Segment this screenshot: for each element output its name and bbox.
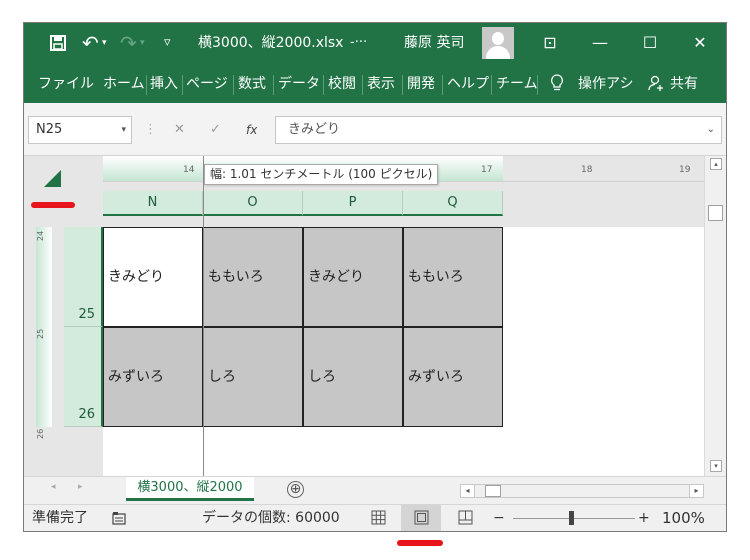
page-layout-icon[interactable] (401, 505, 441, 531)
annotation-mark-page-layout (397, 540, 443, 546)
vertical-scroll-thumb[interactable] (708, 205, 723, 221)
tab-insert[interactable]: 挿入 (150, 63, 178, 103)
tab-view[interactable]: 表示 (367, 63, 395, 103)
zoom-level[interactable]: 100% (662, 505, 705, 531)
column-headers: N O P Q (103, 182, 704, 227)
redo-dropdown-icon: ▾ (140, 38, 145, 48)
column-header-p[interactable]: P (303, 191, 403, 216)
column-resize-guide (203, 156, 204, 476)
close-button[interactable]: ✕ (676, 23, 724, 63)
tab-data[interactable]: データ (278, 63, 320, 103)
count-summary[interactable]: データの個数: 60000 (202, 505, 340, 531)
name-box[interactable]: N25 ▾ (28, 116, 132, 144)
insert-function-icon[interactable]: fx (246, 116, 257, 144)
ribbon-tabs: ファイル ホーム 挿入 ページ 数式 データ 校閲 表示 開発 ヘルプ チーム … (24, 63, 726, 103)
scroll-right-icon[interactable]: ▸ (689, 485, 703, 497)
cell-n26[interactable]: みずいろ (103, 327, 203, 427)
save-icon[interactable] (50, 23, 66, 63)
user-name[interactable]: 藤原 英司 (404, 23, 464, 63)
sheet-tab-active[interactable]: 横3000、縦2000 (126, 477, 254, 501)
undo-icon[interactable]: ↶ (82, 23, 99, 63)
share-button[interactable]: 共有 (670, 63, 698, 103)
file-name: 横3000、縦2000.xlsx (198, 35, 344, 51)
tab-page-layout[interactable]: ページ (186, 63, 228, 103)
tab-developer[interactable]: 開発 (407, 63, 435, 103)
cancel-icon: ✕ (174, 122, 185, 137)
ruler-number: 25 (36, 328, 45, 339)
ruler-number: 26 (36, 428, 45, 439)
tab-formulas[interactable]: 数式 (238, 63, 266, 103)
page-break-icon[interactable] (445, 505, 485, 531)
tell-me-search[interactable]: 操作アシ (578, 63, 633, 103)
zoom-slider[interactable] (513, 518, 635, 519)
grid-icon[interactable] (358, 505, 398, 531)
title-bar: ↶ ▾ ↷ ▾ ▿ 横3000、縦2000.xlsx -··· 藤原 英司 ⊡ … (24, 23, 726, 63)
tab-team[interactable]: チーム (496, 63, 538, 103)
zoom-out-button[interactable]: − (493, 505, 505, 531)
column-header-q[interactable]: Q (403, 191, 503, 216)
sheet-tabs-bar: ◂ ▸ 横3000、縦2000 ⊕ ◂ ▸ (24, 476, 726, 504)
ruler-number: 19 (679, 165, 691, 175)
tab-home[interactable]: ホーム (103, 63, 145, 103)
minimize-button[interactable]: — (576, 23, 624, 63)
cell-p25[interactable]: きみどり (303, 227, 403, 327)
ruler-number: 14 (183, 165, 195, 175)
chevron-down-icon[interactable]: ▾ (121, 117, 126, 143)
formula-input[interactable]: きみどり ⌄ (275, 116, 722, 144)
sheet-prev-icon[interactable]: ◂ (51, 482, 56, 492)
macro-record-icon[interactable] (112, 505, 126, 531)
tab-help[interactable]: ヘルプ (447, 63, 489, 103)
ribbon-display-icon[interactable]: ⊡ (526, 23, 574, 63)
cell-n25[interactable]: きみどり (103, 227, 203, 327)
zoom-slider-thumb[interactable] (569, 511, 574, 525)
row-header-26[interactable]: 26 (64, 327, 103, 427)
column-header-n[interactable]: N (103, 191, 203, 216)
ruler-number: 24 (36, 230, 45, 241)
customize-toolbar-icon[interactable]: ▿ (164, 23, 171, 63)
ruler-number: 18 (581, 165, 593, 175)
select-all-corner[interactable] (24, 156, 103, 227)
add-sheet-icon[interactable]: ⊕ (287, 481, 304, 498)
enter-icon: ✓ (210, 122, 221, 137)
column-width-tooltip: 幅: 1.01 センチメートル (100 ピクセル) (204, 164, 439, 185)
vertical-ruler: 24 25 26 25 26 (24, 227, 103, 476)
formula-bar-area: N25 ▾ ⋮ ✕ ✓ fx きみどり ⌄ (24, 103, 726, 156)
avatar[interactable] (482, 27, 514, 59)
name-box-value: N25 (36, 122, 63, 137)
ready-status: 準備完了 (32, 510, 88, 526)
scroll-down-icon[interactable]: ▾ (710, 460, 722, 472)
cell-q25[interactable]: ももいろ (403, 227, 503, 327)
person-add-icon[interactable] (648, 63, 666, 103)
app-name-suffix: -··· (350, 35, 368, 50)
sheet-next-icon[interactable]: ▸ (78, 482, 83, 492)
expand-formula-icon[interactable]: ⌄ (707, 117, 715, 143)
tab-file[interactable]: ファイル (38, 63, 94, 103)
column-header-o[interactable]: O (203, 191, 303, 216)
cell-o25[interactable]: ももいろ (203, 227, 303, 327)
zoom-in-button[interactable]: + (638, 505, 650, 531)
cell-p26[interactable]: しろ (303, 327, 403, 427)
horizontal-scroll-thumb[interactable] (485, 485, 501, 497)
formula-content: きみどり (288, 122, 341, 137)
worksheet[interactable]: 14 17 18 19 N O P Q 幅: 1.01 センチメートル (100… (24, 156, 726, 476)
ruler-number: 17 (481, 165, 493, 175)
select-all-icon[interactable] (44, 170, 61, 187)
status-bar: 準備完了 データの個数: 60000 − + 100% (24, 504, 726, 531)
annotation-mark-corner (31, 202, 75, 208)
more-options-icon: ⋮ (144, 122, 157, 137)
excel-window: ↶ ▾ ↷ ▾ ▿ 横3000、縦2000.xlsx -··· 藤原 英司 ⊡ … (23, 22, 727, 532)
maximize-button[interactable]: ☐ (626, 23, 674, 63)
horizontal-scrollbar[interactable]: ◂ ▸ (460, 484, 704, 498)
cell-q26[interactable]: みずいろ (403, 327, 503, 427)
scroll-left-icon[interactable]: ◂ (461, 485, 475, 497)
lightbulb-icon[interactable] (549, 63, 565, 103)
redo-icon: ↷ (120, 31, 137, 55)
cell-o26[interactable]: しろ (203, 327, 303, 427)
undo-dropdown-icon[interactable]: ▾ (102, 23, 107, 63)
tab-review[interactable]: 校閲 (328, 63, 356, 103)
scroll-up-icon[interactable]: ▴ (710, 158, 722, 170)
row-header-25[interactable]: 25 (64, 227, 103, 327)
vertical-scrollbar[interactable]: ▴ ▾ (704, 156, 726, 476)
